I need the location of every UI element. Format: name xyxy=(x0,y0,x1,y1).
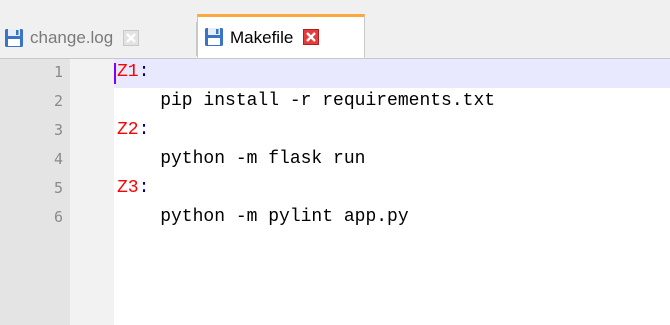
code-line[interactable]: 2 pip install -r requirements.txt xyxy=(0,88,670,117)
target-colon: : xyxy=(138,178,150,198)
code-text: Z1: xyxy=(117,62,149,82)
close-icon[interactable] xyxy=(123,29,140,46)
code-line[interactable]: 6 python -m pylint app.py xyxy=(0,204,670,233)
tab-makefile[interactable]: Makefile xyxy=(197,14,365,58)
floppy-disk-icon xyxy=(205,28,223,46)
code-text: python -m pylint app.py xyxy=(117,207,409,227)
tab-change-log[interactable]: change.log xyxy=(0,18,196,57)
code-text: Z3: xyxy=(117,178,149,198)
close-icon[interactable] xyxy=(303,29,320,45)
line-number: 1 xyxy=(53,63,63,81)
code-text: Z2: xyxy=(117,120,149,140)
tab-label: Makefile xyxy=(230,27,294,47)
make-target: Z1 xyxy=(117,62,139,82)
target-colon: : xyxy=(138,62,150,82)
make-target: Z3 xyxy=(117,178,139,198)
editor-window: change.log Makefile 1 Z1: 2 pip install … xyxy=(0,0,670,325)
code-line[interactable]: 1 Z1: xyxy=(0,59,670,88)
code-editor[interactable]: 1 Z1: 2 pip install -r requirements.txt … xyxy=(0,59,670,325)
line-number: 4 xyxy=(53,150,63,168)
line-number: 5 xyxy=(53,179,63,197)
make-target: Z2 xyxy=(117,120,139,140)
code-text: python -m flask run xyxy=(117,149,366,169)
line-number: 3 xyxy=(53,121,63,139)
code-text: pip install -r requirements.txt xyxy=(117,91,496,111)
line-number: 6 xyxy=(53,208,63,226)
line-number: 2 xyxy=(53,92,63,110)
tab-label: change.log xyxy=(30,28,114,47)
target-colon: : xyxy=(138,120,150,140)
code-line[interactable]: 5 Z3: xyxy=(0,175,670,204)
code-line[interactable]: 4 python -m flask run xyxy=(0,146,670,175)
tab-bar: change.log Makefile xyxy=(0,0,670,59)
floppy-disk-icon xyxy=(5,28,23,47)
code-line[interactable]: 3 Z2: xyxy=(0,117,670,146)
